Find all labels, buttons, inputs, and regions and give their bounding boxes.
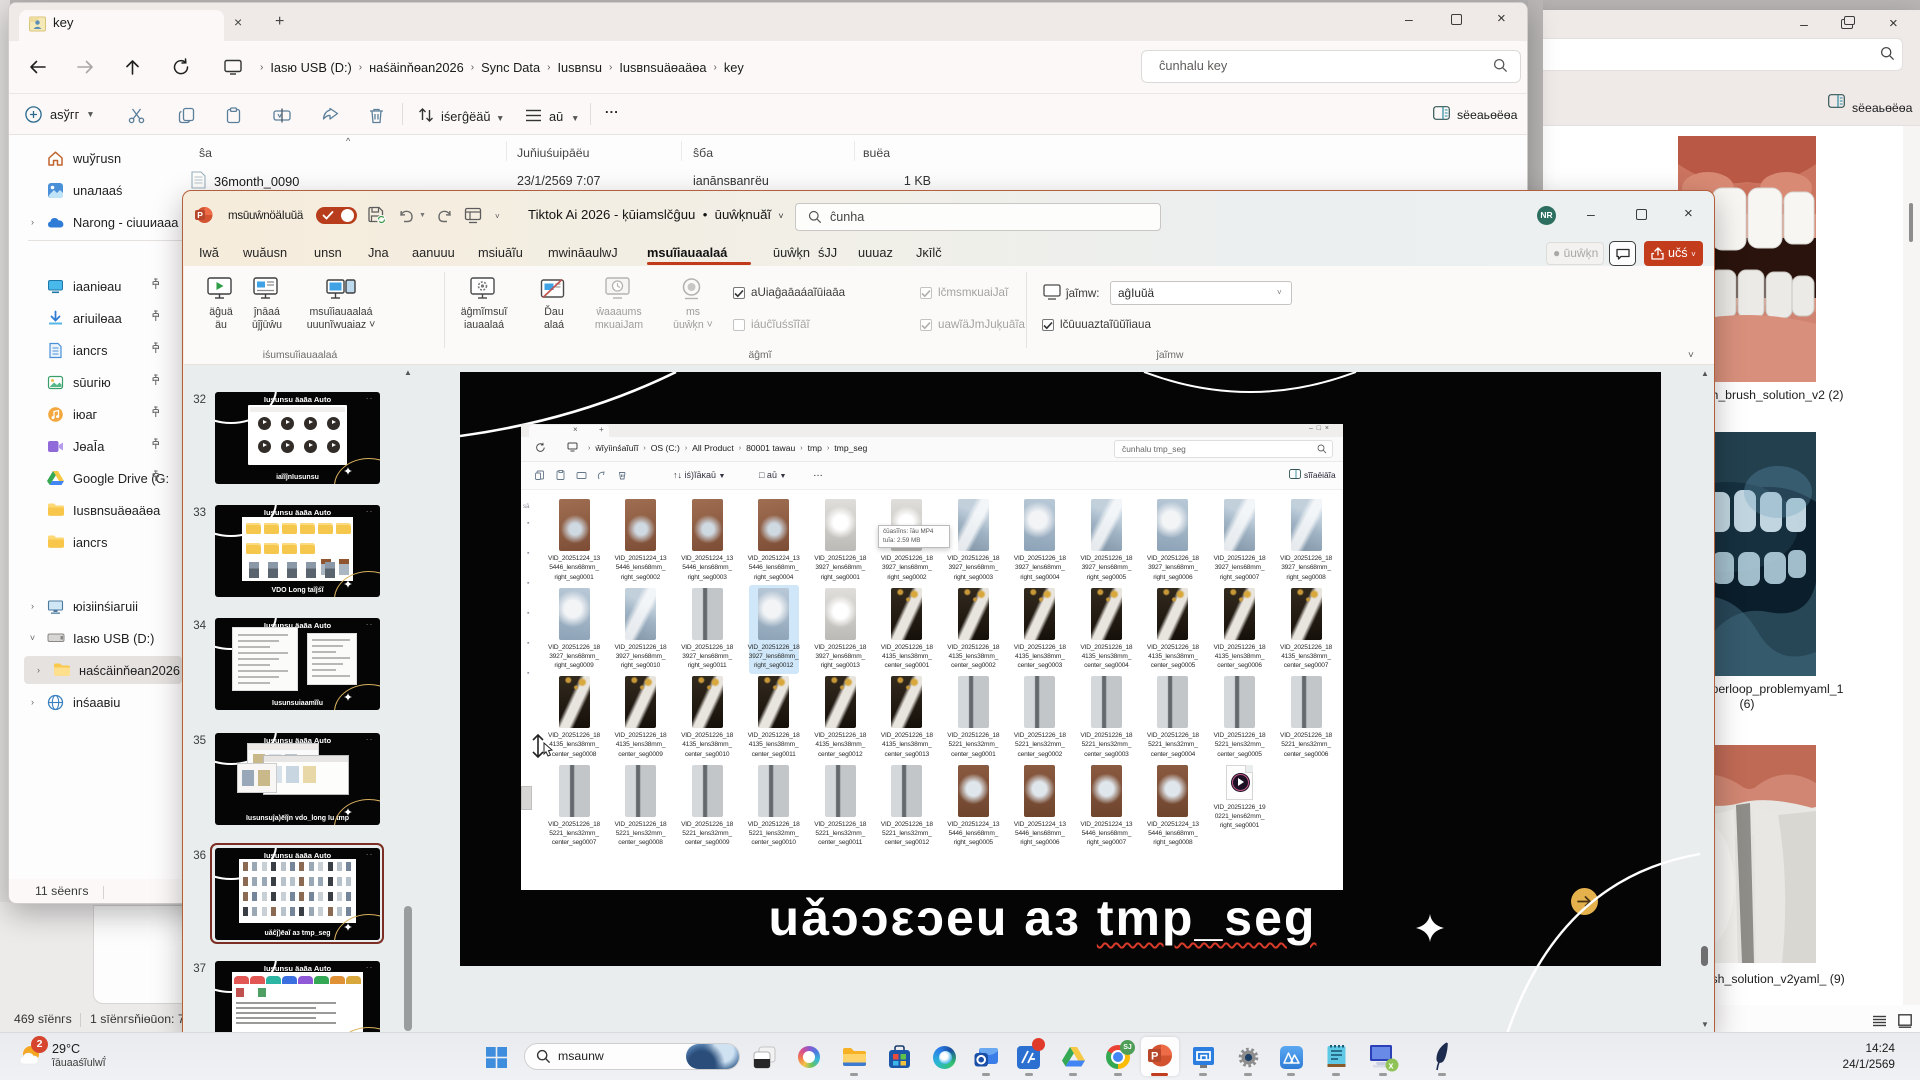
svg-text:P: P [197, 210, 203, 220]
svg-text:P: P [1151, 1051, 1158, 1063]
svg-text:x: x [1389, 1061, 1394, 1071]
